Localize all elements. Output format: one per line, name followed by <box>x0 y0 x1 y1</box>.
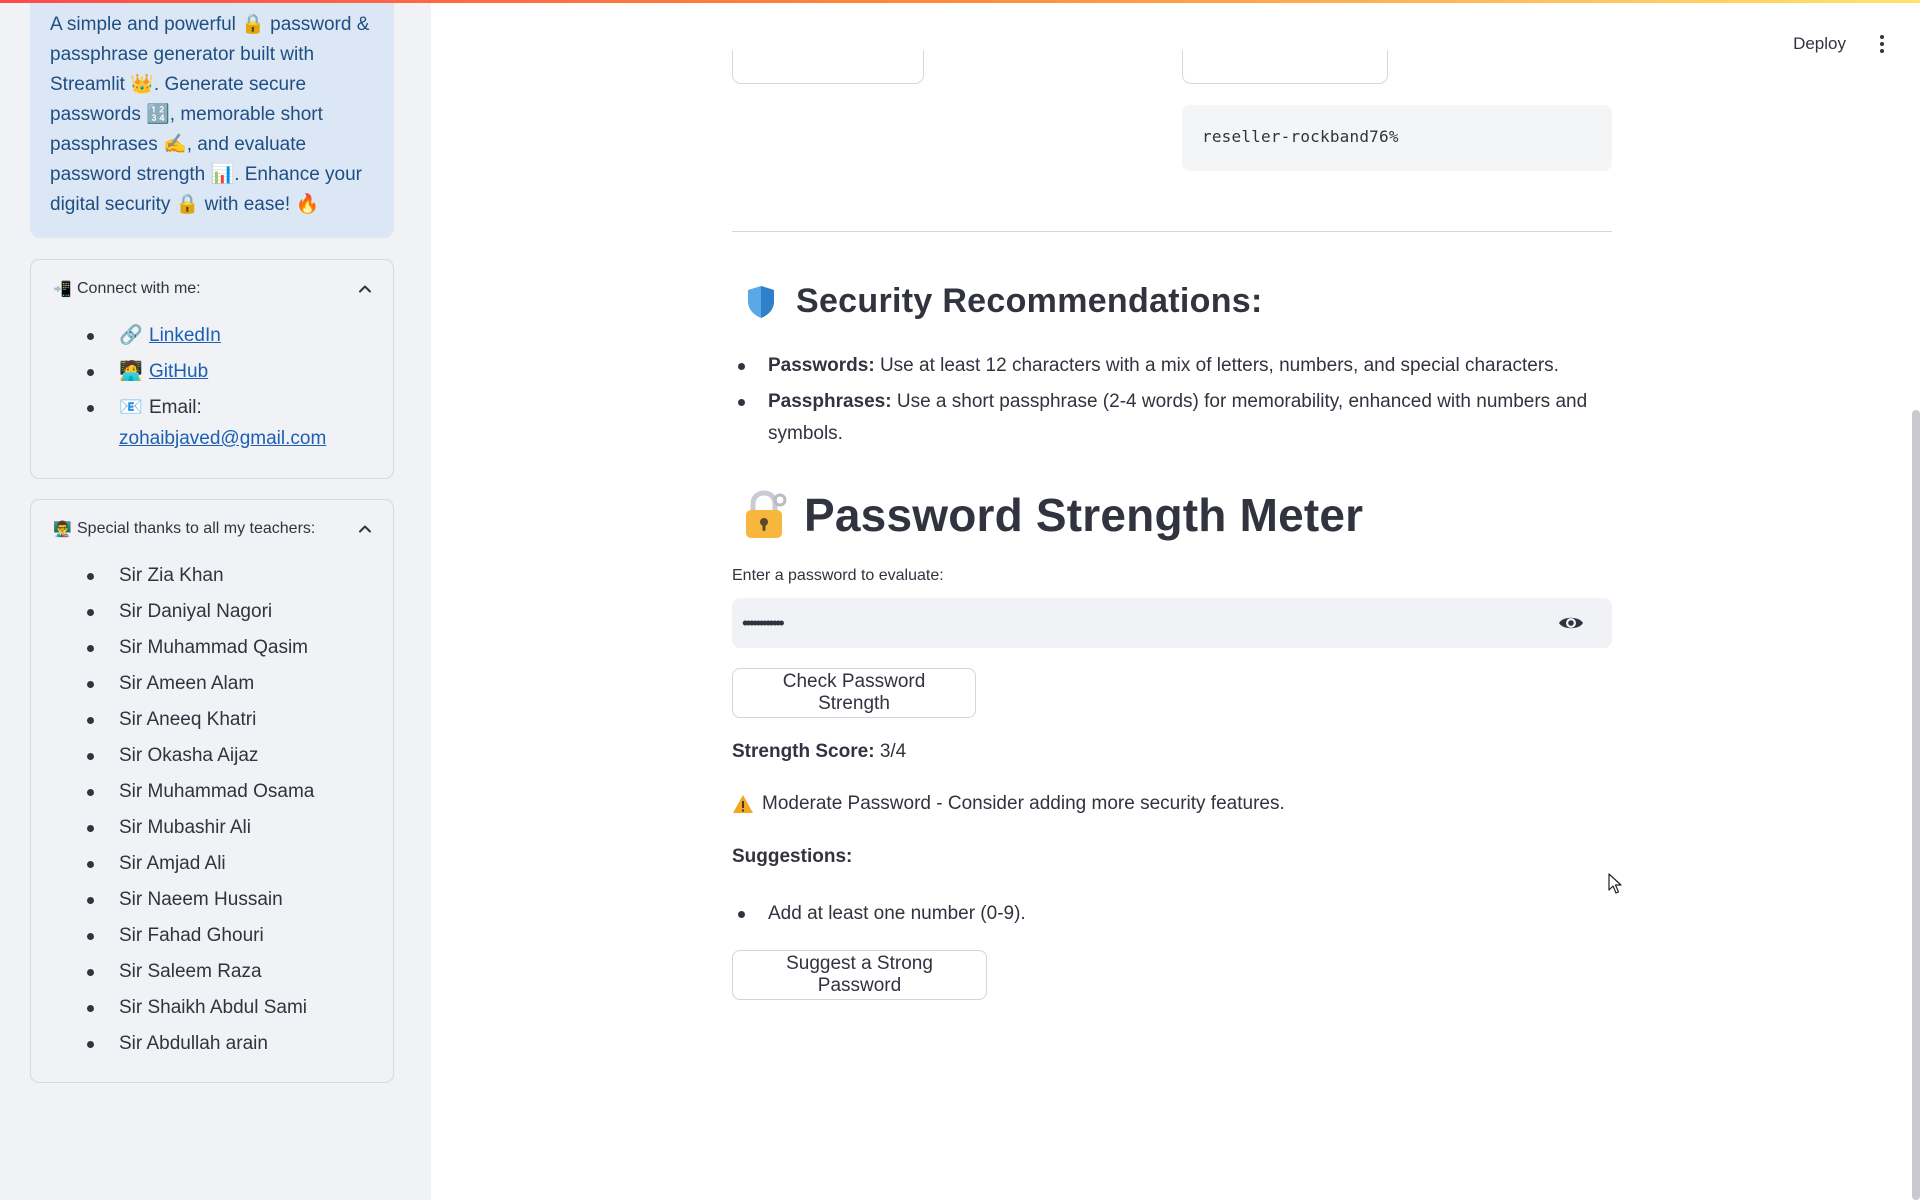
lock-icon: 🔒 <box>175 194 200 215</box>
list-item: Sir Naeem Hussain <box>55 882 373 918</box>
passwords-label: Passwords: <box>768 355 875 376</box>
strength-score: Strength Score: 3/4 <box>732 741 906 763</box>
person-icon: 🧑‍💻 <box>119 361 143 382</box>
meter-title: Password Strength Meter <box>804 489 1364 541</box>
phone-icon: 📲 <box>53 281 72 298</box>
mouse-cursor-icon <box>1608 873 1622 894</box>
fire-icon: 🔥 <box>295 194 320 215</box>
strength-result: Moderate Password - Consider adding more… <box>732 793 1285 815</box>
list-item: Sir Mubashir Ali <box>55 810 373 846</box>
list-item: Sir Fahad Ghouri <box>55 918 373 954</box>
deploy-button[interactable]: Deploy <box>1793 34 1846 54</box>
app-toolbar: Deploy <box>1620 3 1920 85</box>
score-label: Strength Score: <box>732 741 875 762</box>
teachers-expander: 👨‍🏫 Special thanks to all my teachers: S… <box>30 499 394 1083</box>
email-label: Email: <box>149 397 202 418</box>
list-item: Sir Muhammad Qasim <box>55 630 373 666</box>
writing-hand-icon: ✍️ <box>163 134 187 155</box>
list-item: Sir Ameen Alam <box>55 666 373 702</box>
list-item: Sir Daniyal Nagori <box>55 594 373 630</box>
check-strength-button[interactable]: Check Password Strength <box>732 668 976 718</box>
password-input-label: Enter a password to evaluate: <box>732 567 944 584</box>
connect-expander: 📲 Connect with me: 🔗 LinkedIn 🧑‍💻 GitHub… <box>30 259 394 479</box>
generated-passphrase-code: reseller-rockband76% <box>1182 105 1612 171</box>
suggestions-title: Suggestions: <box>732 846 853 867</box>
score-value: 3/4 <box>879 741 907 762</box>
recommendations-list: Passwords: Use at least 12 characters wi… <box>732 350 1612 454</box>
passphrases-label: Passphrases: <box>768 391 892 412</box>
list-item: 🔗 LinkedIn <box>55 318 373 354</box>
list-item: Sir Saleem Raza <box>55 954 373 990</box>
teachers-title: Special thanks to all my teachers: <box>77 520 316 537</box>
partial-button-right[interactable] <box>1182 50 1388 84</box>
password-value[interactable]: •••••••••••• <box>742 613 1558 634</box>
partial-button-left[interactable] <box>732 50 924 84</box>
contact-list: 🔗 LinkedIn 🧑‍💻 GitHub 📧 Email: zohaibjav… <box>31 318 393 454</box>
result-text: Moderate Password - Consider adding more… <box>762 793 1285 814</box>
crown-icon: 👑 <box>130 74 154 95</box>
connect-title: Connect with me: <box>77 280 201 297</box>
list-item: Sir Muhammad Osama <box>55 774 373 810</box>
list-item: Sir Zia Khan <box>55 558 373 594</box>
list-item: Sir Amjad Ali <box>55 846 373 882</box>
sidebar: A simple and powerful 🔒 password & passp… <box>0 0 431 1200</box>
list-item: Sir Abdullah arain <box>55 1026 373 1062</box>
lock-icon: 🔒 <box>241 14 265 35</box>
eye-icon[interactable] <box>1558 614 1584 632</box>
teacher-icon: 👨‍🏫 <box>53 521 72 538</box>
header-decoration-stripe <box>0 0 1920 3</box>
security-heading: Security Recommendations: <box>732 282 1263 321</box>
email-link[interactable]: zohaibjaved@gmail.com <box>119 424 373 454</box>
passwords-text: Use at least 12 characters with a mix of… <box>879 355 1559 376</box>
meter-heading: Password Strength Meter <box>732 488 1363 542</box>
shield-icon <box>748 285 774 318</box>
intro-text-7: with ease! <box>204 194 291 215</box>
teachers-list: Sir Zia Khan Sir Daniyal Nagori Sir Muha… <box>31 558 393 1062</box>
section-divider <box>732 231 1612 232</box>
connect-expander-header[interactable]: 📲 Connect with me: <box>31 260 393 318</box>
intro-info-box: A simple and powerful 🔒 password & passp… <box>30 0 394 238</box>
list-item: Passphrases: Use a short passphrase (2-4… <box>732 386 1612 450</box>
suggest-strong-password-button[interactable]: Suggest a Strong Password <box>732 950 987 1000</box>
list-item: Sir Aneeq Khatri <box>55 702 373 738</box>
numbers-icon: 🔢 <box>146 104 170 125</box>
list-item: 🧑‍💻 GitHub <box>55 354 373 390</box>
list-item: Sir Okasha Aijaz <box>55 738 373 774</box>
link-icon: 🔗 <box>119 325 143 346</box>
teachers-expander-header[interactable]: 👨‍🏫 Special thanks to all my teachers: <box>31 500 393 558</box>
list-item: Passwords: Use at least 12 characters wi… <box>732 350 1612 382</box>
kebab-menu-icon[interactable] <box>1880 35 1884 53</box>
list-item: Add at least one number (0-9). <box>732 898 1026 930</box>
list-item: 📧 Email: zohaibjaved@gmail.com <box>55 390 373 454</box>
chevron-up-icon[interactable] <box>357 521 373 537</box>
github-link[interactable]: GitHub <box>149 361 208 382</box>
bar-chart-icon: 📊 <box>210 164 235 185</box>
warning-icon <box>733 795 753 813</box>
padlock-key-icon <box>746 490 787 538</box>
list-item: Sir Shaikh Abdul Sami <box>55 990 373 1026</box>
intro-text-1: A simple and powerful <box>50 14 236 35</box>
scrollbar[interactable] <box>1912 410 1920 1200</box>
chevron-up-icon[interactable] <box>357 281 373 297</box>
linkedin-link[interactable]: LinkedIn <box>149 325 221 346</box>
password-input[interactable]: •••••••••••• <box>732 598 1612 648</box>
envelope-icon: 📧 <box>119 397 143 418</box>
security-title: Security Recommendations: <box>796 282 1263 320</box>
main-content: reseller-rockband76% Security Recommenda… <box>732 0 1612 1200</box>
suggestions-list: Add at least one number (0-9). <box>732 898 1026 930</box>
